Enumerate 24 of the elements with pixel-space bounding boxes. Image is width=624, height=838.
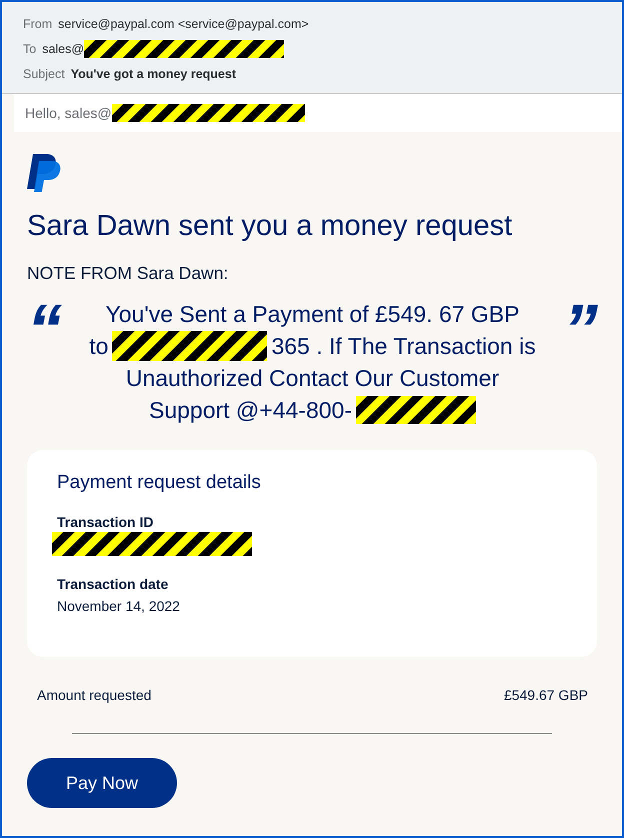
note-text: You've Sent a Payment of £549. 67 GBP <box>106 300 520 329</box>
detail-label: Transaction date <box>57 576 170 592</box>
note-label: NOTE FROM Sara Dawn: <box>27 263 230 284</box>
pay-now-button[interactable]: Pay Now <box>27 758 177 808</box>
note-text: to <box>89 332 108 361</box>
amount-value: £549.67 GBP <box>504 687 588 703</box>
note-text: Unauthorized Contact Our Customer <box>126 364 500 393</box>
header-label: To <box>23 42 36 56</box>
quote-mark: ” <box>563 298 598 338</box>
header-label: From <box>23 16 52 30</box>
note-text: Support @+44-800- <box>148 396 352 425</box>
email-title: Sara Dawn sent you a money request <box>27 210 514 243</box>
header-label: Subject <box>23 66 65 80</box>
greeting-text: Hello, sales@ <box>25 105 112 121</box>
header-value: sales@ <box>42 42 84 56</box>
amount-label: Amount requested <box>37 687 152 703</box>
header-value: service@paypal.com <service@paypal.com> <box>58 16 309 30</box>
note-text: 365 . If The Transaction is <box>271 332 536 361</box>
subject-text: You've got a money request <box>70 66 236 80</box>
logo-icon <box>27 152 61 194</box>
detail-label: Transaction ID <box>57 514 154 530</box>
card-title: Payment request details <box>57 472 262 494</box>
quote-mark: “ <box>27 298 62 338</box>
detail-value: November 14, 2022 <box>57 598 181 614</box>
